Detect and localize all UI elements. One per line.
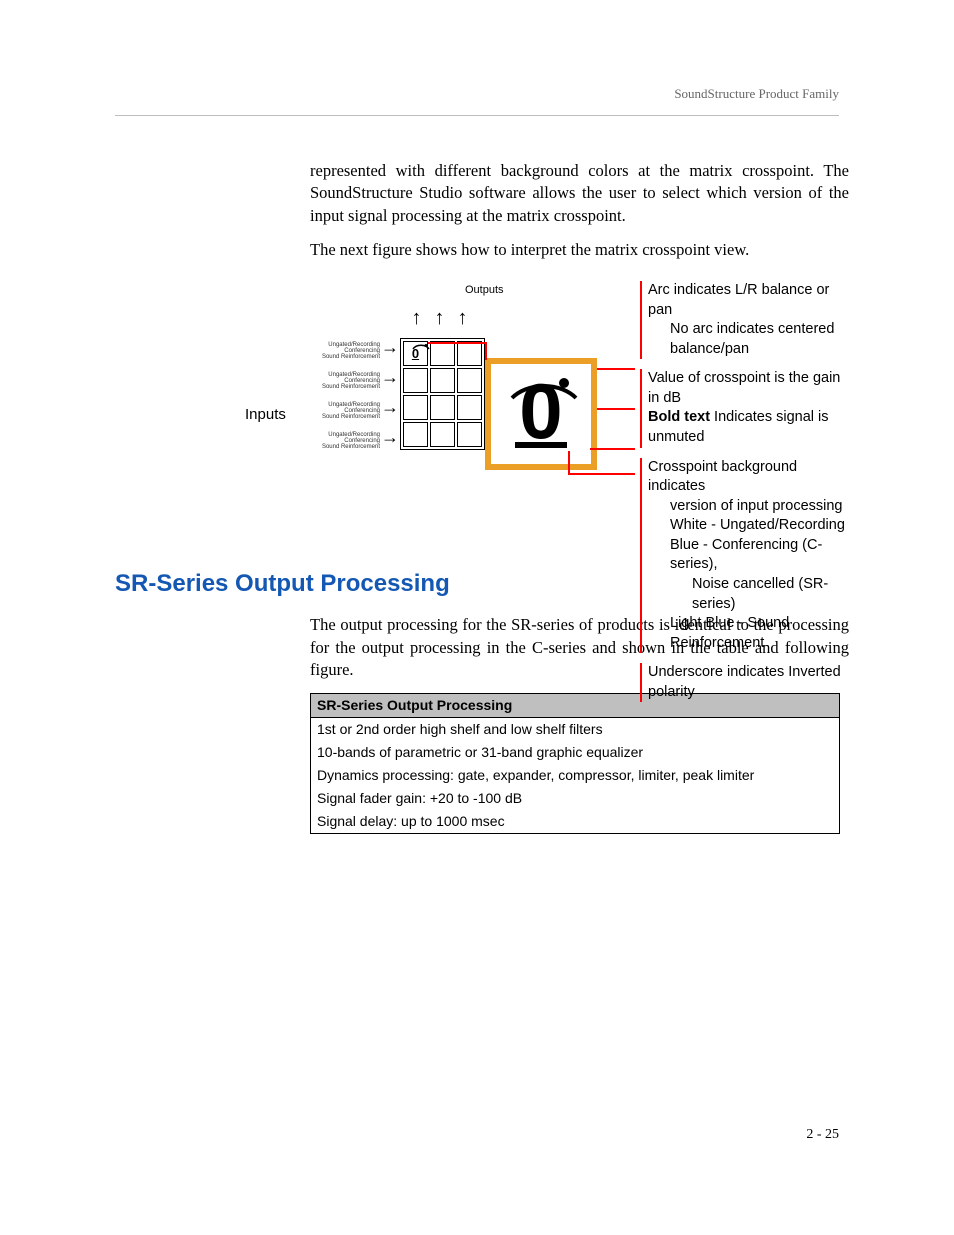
header-rule: [115, 115, 839, 116]
callout-line: [597, 408, 635, 410]
legend-polarity: Underscore indicates Inverted polarity: [640, 663, 849, 702]
table-row: 1st or 2nd order high shelf and low shel…: [311, 718, 840, 741]
inputs-label: Inputs: [245, 405, 286, 425]
table-row: Signal fader gain: +20 to -100 dB: [311, 787, 840, 810]
callout-line: [590, 448, 635, 450]
figure-legend: Arc indicates L/R balance or pan No arc …: [640, 281, 849, 712]
outputs-label: Outputs: [465, 283, 504, 298]
matrix-grid: 0: [400, 338, 485, 450]
arrow-right-icon: →: [381, 368, 399, 386]
callout-line: [597, 368, 635, 370]
callout-line: [570, 473, 635, 475]
arrow-up-icon: ↑: [451, 308, 474, 328]
arrow-right-icon: →: [381, 338, 399, 356]
crosspoint-figure: Outputs Inputs ↑↑↑ Ungated/RecordingConf…: [110, 273, 849, 528]
callout-line: [568, 451, 570, 475]
body-paragraph-2: The next figure shows how to interpret t…: [310, 239, 849, 261]
table-row: Dynamics processing: gate, expander, com…: [311, 764, 840, 787]
matrix-row-labels: Ungated/RecordingConferencingSound Reinf…: [300, 342, 380, 360]
arrow-right-icon: →: [381, 428, 399, 446]
crosspoint-zoom: 0: [485, 358, 597, 470]
matrix-row-labels: Ungated/RecordingConferencingSound Reinf…: [300, 402, 380, 420]
legend-value: Value of crosspoint is the gain in dB Bo…: [640, 369, 849, 447]
output-arrows: ↑↑↑: [405, 308, 474, 330]
arrow-right-icon: →: [381, 398, 399, 416]
callout-line: [485, 342, 487, 360]
arrow-up-icon: ↑: [428, 308, 451, 328]
arrow-up-icon: ↑: [405, 308, 428, 328]
table-row: Signal delay: up to 1000 msec: [311, 810, 840, 833]
output-processing-table: SR-Series Output Processing 1st or 2nd o…: [310, 693, 840, 833]
running-head: SoundStructure Product Family: [674, 85, 839, 103]
matrix-row-labels: Ungated/RecordingConferencingSound Reinf…: [300, 372, 380, 390]
page-number: 2 - 25: [806, 1126, 839, 1145]
matrix-row-labels: Ungated/RecordingConferencingSound Reinf…: [300, 432, 380, 450]
legend-background: Crosspoint background indicates version …: [640, 458, 849, 654]
callout-line: [428, 342, 486, 344]
legend-arc: Arc indicates L/R balance or pan No arc …: [640, 281, 849, 359]
table-row: 10-bands of parametric or 31-band graphi…: [311, 741, 840, 764]
body-paragraph-1: represented with different background co…: [310, 160, 849, 227]
balance-arc-icon: [509, 374, 579, 400]
